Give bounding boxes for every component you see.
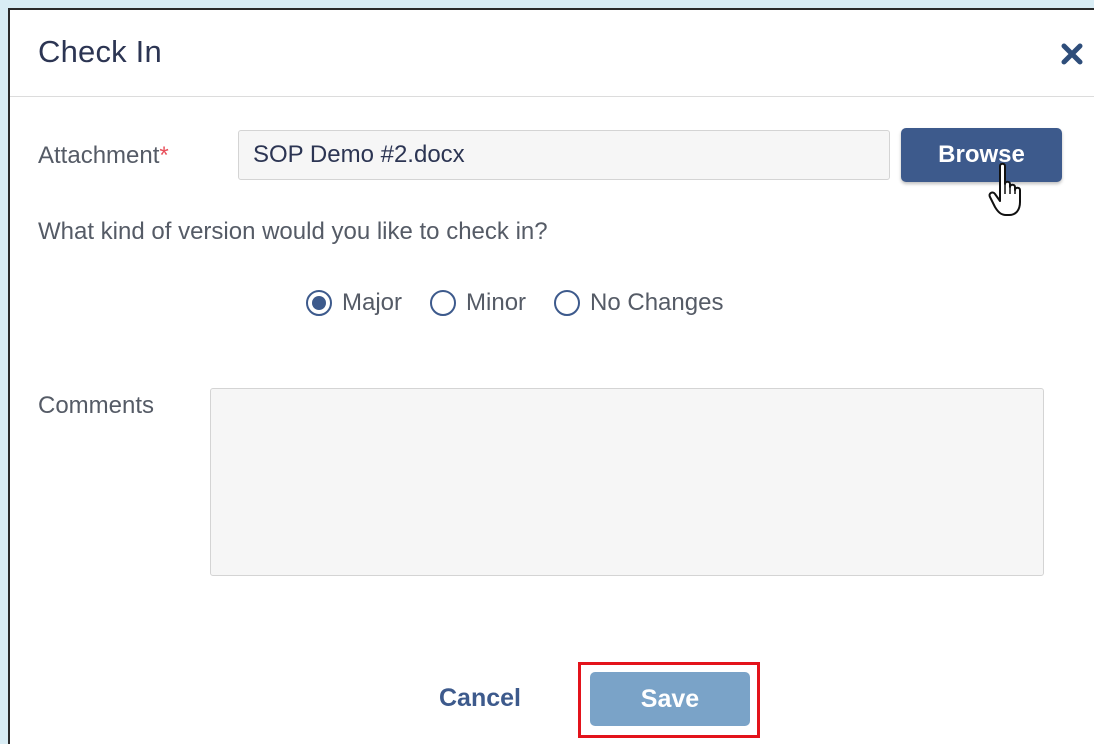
radio-button-unchecked[interactable] [554, 290, 581, 316]
dialog-title: Check In [38, 34, 162, 69]
version-question: What kind of version would you like to c… [38, 218, 548, 245]
check-in-dialog: Check In Attachment* SOP Demo #2.docx Br… [8, 8, 1094, 744]
comments-textarea[interactable] [210, 388, 1044, 576]
browse-button[interactable]: Browse [901, 128, 1062, 182]
radio-major[interactable]: Major [306, 289, 402, 317]
save-button[interactable]: Save [590, 672, 750, 726]
required-marker: * [159, 142, 169, 169]
radio-dot [312, 296, 326, 310]
radio-button-checked[interactable] [306, 290, 332, 316]
cancel-button[interactable]: Cancel [430, 678, 530, 718]
close-icon[interactable] [1060, 42, 1084, 66]
attachment-input[interactable]: SOP Demo #2.docx [238, 130, 890, 180]
comments-label: Comments [38, 392, 155, 419]
attachment-label: Attachment* [38, 142, 169, 170]
radio-no-changes[interactable]: No Changes [554, 289, 723, 317]
radio-button-unchecked[interactable] [430, 290, 457, 316]
radio-label-major: Major [342, 289, 403, 316]
attachment-label-text: Attachment [38, 142, 160, 169]
radio-minor[interactable]: Minor [430, 289, 526, 317]
dialog-header: Check In [10, 10, 1094, 97]
radio-label-minor: Minor [466, 289, 527, 316]
radio-label-no-changes: No Changes [590, 289, 724, 316]
hand-pointer-icon [988, 162, 1021, 216]
version-radio-group: Major Minor No Changes [306, 285, 751, 321]
